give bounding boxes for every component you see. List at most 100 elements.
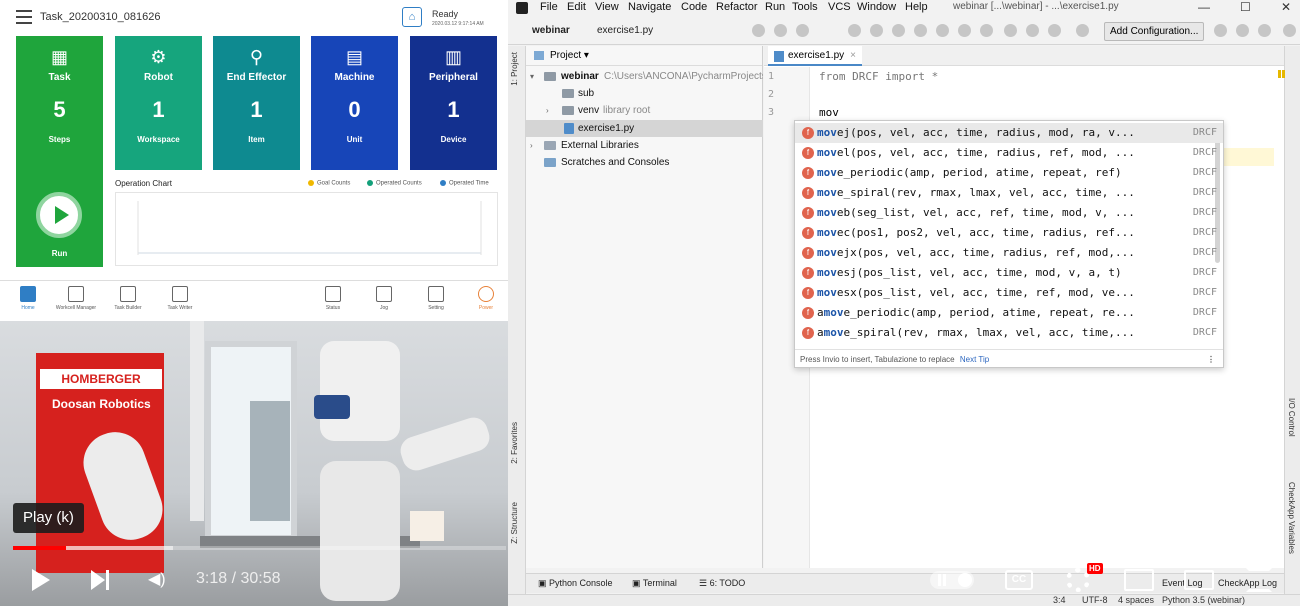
more-options-icon[interactable]: ⋮ <box>1207 350 1215 367</box>
autoplay-toggle[interactable] <box>930 571 974 589</box>
menu-window[interactable]: Window <box>857 1 896 13</box>
search-icon[interactable] <box>1283 24 1296 37</box>
toolbar-icon[interactable] <box>870 24 883 37</box>
minimize-icon[interactable]: — <box>1198 0 1210 14</box>
volume-icon[interactable]: ◀) <box>148 570 166 590</box>
subtitles-button[interactable]: CC <box>1005 570 1033 590</box>
expand-arrow-icon[interactable]: › <box>546 102 549 119</box>
toolbar-icon[interactable] <box>774 24 787 37</box>
suggestion-item[interactable]: f move_periodic(amp, period, atime, repea… <box>795 163 1223 183</box>
run-button[interactable] <box>36 192 82 238</box>
close-tab-icon[interactable]: × <box>850 50 856 61</box>
tool-window-favorites[interactable]: 2: Favorites <box>510 422 519 464</box>
nav-setting[interactable]: Setting <box>408 286 464 311</box>
toolbar-icon[interactable] <box>936 24 949 37</box>
fullscreen-icon[interactable] <box>1246 568 1272 592</box>
miniplayer-icon[interactable] <box>1124 569 1154 591</box>
menu-help[interactable]: Help <box>905 1 928 13</box>
toolbar-icon[interactable] <box>752 24 765 37</box>
menu-code[interactable]: Code <box>681 1 707 13</box>
breadcrumb-file[interactable]: exercise1.py <box>597 25 653 36</box>
breadcrumb-project[interactable]: webinar <box>532 25 570 36</box>
debug-icon[interactable] <box>1236 24 1249 37</box>
tree-item-exercise1[interactable]: exercise1.py <box>526 120 763 137</box>
nav-workcell-manager[interactable]: Workcell Manager <box>48 286 104 311</box>
toolbar-icon[interactable] <box>914 24 927 37</box>
tree-item-sub[interactable]: sub <box>526 85 763 102</box>
next-video-icon[interactable] <box>91 570 111 590</box>
indent-setting[interactable]: 4 spaces <box>1118 595 1154 605</box>
theater-mode-icon[interactable] <box>1184 570 1214 590</box>
nav-power[interactable]: Power <box>458 286 514 311</box>
suggestion-item[interactable]: f moveb(seg_list, vel, acc, ref, time, mo… <box>795 203 1223 223</box>
tile-task[interactable]: ▦ Task 5 Steps Run <box>16 36 103 267</box>
add-configuration-button[interactable]: Add Configuration... <box>1104 22 1205 41</box>
menu-refactor[interactable]: Refactor <box>716 1 758 13</box>
suggestion-item[interactable]: f movesj(pos_list, vel, acc, time, mod, v… <box>795 263 1223 283</box>
tile-robot[interactable]: ⚙ Robot 1 Workspace <box>115 36 202 170</box>
nav-task-writer[interactable]: Task Writer <box>152 286 208 311</box>
terminal-tab[interactable]: ▣ Terminal <box>632 578 677 589</box>
menu-view[interactable]: View <box>595 1 619 13</box>
close-window-icon[interactable]: ✕ <box>1281 0 1291 14</box>
expand-arrow-icon[interactable]: ▾ <box>530 68 534 85</box>
toolbar-icon[interactable] <box>1026 24 1039 37</box>
tree-item-webinar[interactable]: ▾ webinar C:\Users\ANCONA\PycharmProject… <box>526 68 763 85</box>
tile-peripheral[interactable]: ▥ Peripheral 1 Device <box>410 36 497 170</box>
video-frame[interactable]: HOMBERGER Doosan Robotics <box>0 321 508 606</box>
menu-navigate[interactable]: Navigate <box>628 1 671 13</box>
todo-tab[interactable]: ☰ 6: TODO <box>699 578 745 589</box>
tool-window-project[interactable]: 1: Project <box>510 52 519 86</box>
suggestion-item[interactable]: f move_spiral(rev, rmax, lmax, vel, acc, … <box>795 183 1223 203</box>
nav-jog[interactable]: Jog <box>356 286 412 311</box>
tab-exercise1[interactable]: exercise1.py × <box>768 46 862 66</box>
tree-item-scratches[interactable]: Scratches and Consoles <box>526 154 763 171</box>
toolbar-icon[interactable] <box>1004 24 1017 37</box>
suggestion-item[interactable]: f amove_spiral(rev, rmax, lmax, vel, acc,… <box>795 323 1223 343</box>
toolbar-icon[interactable] <box>980 24 993 37</box>
code-line[interactable]: from DRCF import * <box>819 70 938 83</box>
play-icon[interactable] <box>32 569 50 591</box>
menu-tools[interactable]: Tools <box>792 1 818 13</box>
tool-window-structure[interactable]: Z: Structure <box>510 502 519 544</box>
suggestion-item[interactable]: f movesx(pos_list, vel, acc, time, ref, m… <box>795 283 1223 303</box>
expand-arrow-icon[interactable]: › <box>530 137 533 154</box>
suggestion-item[interactable]: f movel(pos, vel, acc, time, radius, ref,… <box>795 143 1223 163</box>
toolbar-icon[interactable] <box>892 24 905 37</box>
toolbar-icon[interactable] <box>1048 24 1061 37</box>
run-icon[interactable] <box>1214 24 1227 37</box>
maximize-icon[interactable]: ☐ <box>1240 0 1251 14</box>
hamburger-menu-icon[interactable] <box>16 10 32 24</box>
toolbar-icon[interactable] <box>958 24 971 37</box>
python-console-tab[interactable]: ▣ Python Console <box>538 578 613 589</box>
file-encoding[interactable]: UTF-8 <box>1082 595 1108 605</box>
menu-edit[interactable]: Edit <box>567 1 586 13</box>
suggestion-item[interactable]: f movec(pos1, pos2, vel, acc, time, radiu… <box>795 223 1223 243</box>
nav-status[interactable]: Status <box>305 286 361 311</box>
suggestion-item[interactable]: f amove_periodic(amp, period, atime, repe… <box>795 303 1223 323</box>
toolbar-icon[interactable] <box>796 24 809 37</box>
next-tip-link[interactable]: Next Tip <box>960 355 989 364</box>
suggestion-item[interactable]: f movejx(pos, vel, acc, time, radius, ref… <box>795 243 1223 263</box>
python-interpreter[interactable]: Python 3.5 (webinar) <box>1162 595 1245 605</box>
tool-window-io-control[interactable]: I/O Control <box>1287 398 1296 437</box>
tile-end-effector[interactable]: ⚲ End Effector 1 Item <box>213 36 300 170</box>
tree-item-venv[interactable]: › venv library root <box>526 102 763 119</box>
toolbar-icon[interactable] <box>848 24 861 37</box>
menu-file[interactable]: File <box>540 1 558 13</box>
menu-run[interactable]: Run <box>765 1 785 13</box>
toolbar-icon[interactable] <box>1076 24 1089 37</box>
video-progress-bar[interactable] <box>13 546 506 550</box>
robot-status-icon[interactable]: ⌂ <box>402 7 422 27</box>
caret-position[interactable]: 3:4 <box>1053 595 1066 605</box>
inspection-icon[interactable] <box>1278 70 1281 78</box>
project-panel-header[interactable]: Project ▾ <box>526 46 762 66</box>
nav-task-builder[interactable]: Task Builder <box>100 286 156 311</box>
tile-machine[interactable]: ▤ Machine 0 Unit <box>311 36 398 170</box>
menu-vcs[interactable]: VCS <box>828 1 851 13</box>
tree-item-external-libraries[interactable]: › External Libraries <box>526 137 763 154</box>
suggestion-item[interactable]: f movej(pos, vel, acc, time, radius, mod,… <box>795 123 1223 143</box>
code-line[interactable]: mov <box>819 106 839 119</box>
tool-window-checkapp-variables[interactable]: CheckApp Variables <box>1287 482 1296 554</box>
stop-icon[interactable] <box>1258 24 1271 37</box>
